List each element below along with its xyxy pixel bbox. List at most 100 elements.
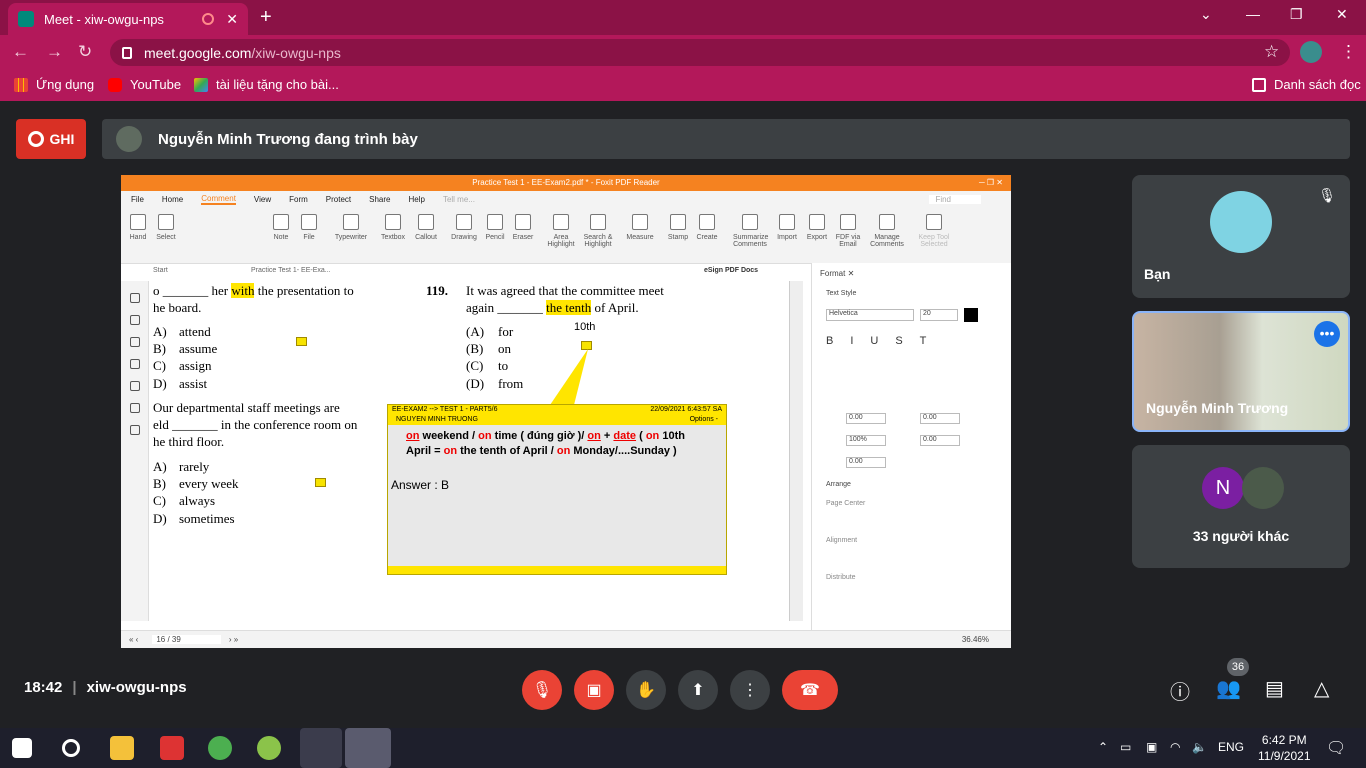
leave-call-button[interactable]: ☎ [782,670,838,710]
bookmark-star-icon[interactable]: ☆ [1264,42,1279,62]
spacing-input[interactable]: 0.00 [920,435,960,446]
font-size-select[interactable]: 20 [920,309,958,321]
menu-file[interactable]: File [131,195,144,204]
start-windows-icon[interactable] [12,738,32,758]
first-page-icon[interactable]: « ‹ [129,635,138,644]
select-tool-icon[interactable] [158,214,174,230]
tab-search-icon[interactable]: ⌄ [1200,6,1212,23]
note-tool-icon[interactable] [273,214,289,230]
chat-icon[interactable]: ▤ [1265,676,1284,701]
page-number-input[interactable]: 16 / 39 [152,635,221,644]
menu-view[interactable]: View [254,195,271,204]
hand-tool-icon[interactable] [130,214,146,230]
browser-tab[interactable]: Meet - xiw-owgu-nps ✕ [8,3,248,35]
close-window-button[interactable]: ✕ [1336,6,1348,23]
chrome-window-1[interactable] [300,728,342,768]
scale-input[interactable]: 100% [846,435,886,446]
security-panel-icon[interactable] [129,403,140,413]
menu-home[interactable]: Home [162,195,183,204]
volume-icon[interactable]: 🔈 [1192,740,1207,754]
reading-list[interactable]: Danh sách đọc [1252,77,1361,92]
participant-tile-self[interactable]: 🎙 Bạn [1132,175,1350,298]
back-button[interactable]: ← [12,42,29,62]
tray-battery-icon[interactable]: ▭ [1120,740,1131,754]
search-highlight-icon[interactable] [590,214,606,230]
comment-note-icon[interactable] [315,478,326,487]
raise-hand-button[interactable]: ✋ [626,670,666,710]
font-color-swatch[interactable] [964,308,978,322]
menu-icon[interactable]: ⋮ [1340,42,1357,62]
tray-app-icon[interactable]: ▣ [1146,740,1157,754]
menu-form[interactable]: Form [289,195,308,204]
tell-me-input[interactable]: Tell me... [443,195,475,204]
search-icon[interactable] [62,739,80,757]
chrome-window-2[interactable] [345,728,391,768]
note-options-button[interactable]: Options - [690,415,718,425]
app-icon[interactable] [160,736,184,760]
menu-comment[interactable]: Comment [201,194,236,205]
taskbar-clock[interactable]: 6:42 PM 11/9/2021 [1258,732,1311,764]
activities-icon[interactable]: △ [1314,676,1329,701]
textbox-icon[interactable] [385,214,401,230]
meeting-info-icon[interactable]: ⓘ [1170,676,1190,705]
address-bar[interactable]: meet.google.com /xiw-owgu-nps [110,39,1290,66]
eraser-icon[interactable] [515,214,531,230]
page-scrollbar[interactable] [789,281,803,621]
attachments-panel-icon[interactable] [129,381,140,391]
next-page-icon[interactable]: › » [229,635,238,644]
pencil-icon[interactable] [487,214,503,230]
area-highlight-icon[interactable] [553,214,569,230]
tab-start[interactable]: Start [153,267,168,274]
close-tab-icon[interactable]: ✕ [226,11,238,28]
text-format-buttons[interactable]: BIUST [826,335,943,347]
camera-toggle-button[interactable]: ▣ [574,670,614,710]
menu-share[interactable]: Share [369,195,390,204]
typewriter-annotation[interactable]: 10th [574,321,595,333]
bookmarks-panel-icon[interactable] [129,293,140,303]
participant-tile-others[interactable]: N 33 người khác [1132,445,1350,568]
callout-icon[interactable] [418,214,434,230]
profile-avatar[interactable] [1300,41,1322,63]
menu-protect[interactable]: Protect [326,195,351,204]
keep-tool-icon[interactable] [926,214,942,230]
pages-panel-icon[interactable] [129,315,140,325]
notifications-icon[interactable]: 🗨 [1326,738,1346,758]
people-icon[interactable]: 👥 [1216,676,1241,701]
zoom-level[interactable]: 36.46% [962,635,989,644]
spacing-input[interactable]: 0.00 [920,413,960,424]
language-indicator[interactable]: ENG [1218,740,1244,754]
new-tab-button[interactable]: + [260,6,272,29]
chrome-icon[interactable] [208,736,232,760]
export-icon[interactable] [809,214,825,230]
measure-icon[interactable] [632,214,648,230]
summarize-icon[interactable] [742,214,758,230]
comment-note-icon[interactable] [296,337,307,346]
typewriter-icon[interactable] [343,214,359,230]
signature-panel-icon[interactable] [129,425,140,435]
import-icon[interactable] [779,214,795,230]
manage-comments-icon[interactable] [879,214,895,230]
layers-panel-icon[interactable] [129,359,140,369]
file-tool-icon[interactable] [301,214,317,230]
record-button[interactable]: GHI [16,119,86,159]
more-options-button[interactable]: ⋮ [730,670,770,710]
minimize-button[interactable]: — [1246,6,1260,22]
maximize-button[interactable]: ❐ [1290,6,1303,23]
present-button[interactable]: ⬆ [678,670,718,710]
create-icon[interactable] [699,214,715,230]
spacing-input[interactable]: 0.00 [846,457,886,468]
stamp-icon[interactable] [670,214,686,230]
mic-toggle-button[interactable]: 🎙 [522,670,562,710]
tray-chevron-icon[interactable]: ⌃ [1098,740,1108,754]
spacing-input[interactable]: 0.00 [846,413,886,424]
wifi-icon[interactable]: ◠ [1170,740,1180,754]
drawing-icon[interactable] [456,214,472,230]
forward-button[interactable]: → [46,42,63,62]
participant-tile-presenter[interactable]: ••• Nguyễn Minh Trương [1132,311,1350,432]
bookmark-youtube[interactable]: YouTube [108,77,181,92]
find-input[interactable]: Find [929,195,981,204]
app-icon-2[interactable] [257,736,281,760]
font-select[interactable]: Helvetica [826,309,914,321]
reload-button[interactable]: ↻ [78,42,92,62]
file-explorer-icon[interactable] [110,736,134,760]
